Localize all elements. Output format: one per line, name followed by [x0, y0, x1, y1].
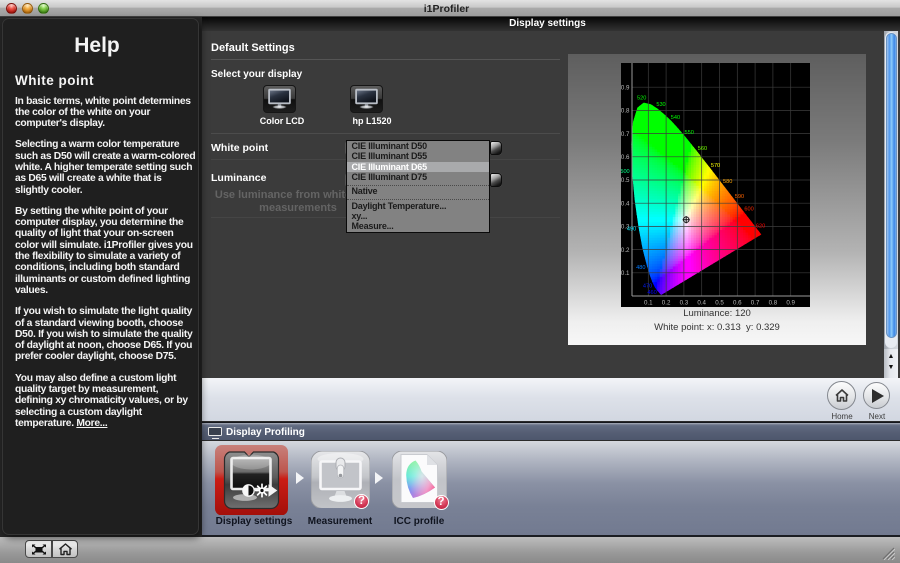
svg-text:490: 490: [627, 227, 636, 233]
svg-text:0.3: 0.3: [680, 300, 689, 307]
svg-text:480: 480: [636, 265, 645, 271]
svg-text:0.8: 0.8: [621, 108, 630, 115]
svg-text:0.5: 0.5: [621, 177, 630, 184]
svg-text:0.1: 0.1: [644, 300, 653, 307]
svg-text:0.6: 0.6: [621, 154, 630, 161]
svg-text:600: 600: [744, 207, 753, 213]
svg-text:0.5: 0.5: [715, 300, 724, 307]
svg-text:0.2: 0.2: [621, 247, 630, 254]
svg-text:0.6: 0.6: [733, 300, 742, 307]
svg-text:500: 500: [621, 169, 630, 175]
svg-text:550: 550: [685, 130, 694, 136]
svg-text:580: 580: [723, 179, 732, 185]
svg-text:570: 570: [711, 163, 720, 169]
svg-text:540: 540: [671, 115, 680, 121]
svg-text:470: 470: [643, 284, 652, 290]
svg-text:620: 620: [756, 224, 765, 230]
svg-text:0.7: 0.7: [751, 300, 760, 307]
svg-text:0.8: 0.8: [769, 300, 778, 307]
svg-text:590: 590: [735, 194, 744, 200]
svg-text:0.9: 0.9: [786, 300, 795, 307]
svg-text:0.9: 0.9: [621, 84, 630, 91]
svg-text:460: 460: [647, 290, 656, 296]
svg-text:0.4: 0.4: [697, 300, 706, 307]
svg-text:520: 520: [637, 96, 646, 102]
svg-text:0.2: 0.2: [662, 300, 671, 307]
svg-text:0.4: 0.4: [621, 200, 630, 207]
svg-text:0.7: 0.7: [621, 131, 630, 138]
svg-text:0.1: 0.1: [621, 270, 630, 277]
svg-text:560: 560: [698, 146, 707, 152]
svg-text:530: 530: [656, 102, 665, 108]
